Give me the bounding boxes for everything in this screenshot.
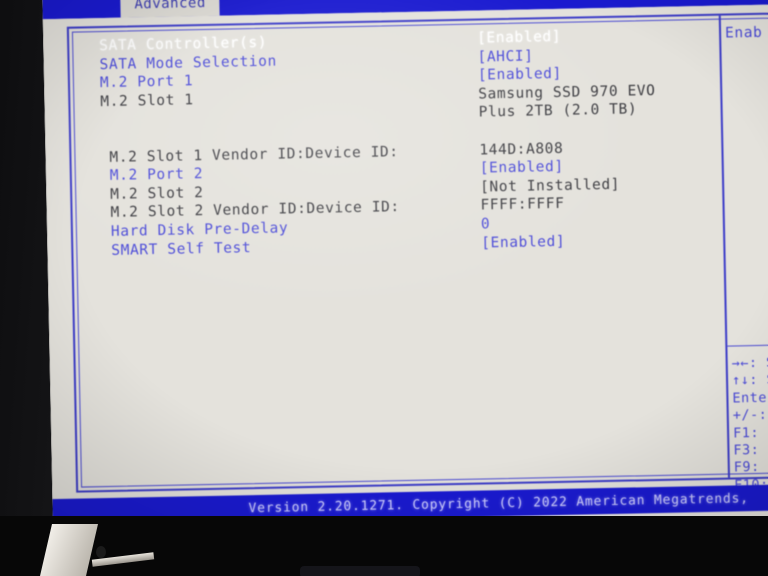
setting-value[interactable]: [Enabled]	[477, 29, 561, 47]
setting-label: M.2 Port 1	[99, 73, 194, 92]
settings-panel: SATA Controller(s) [Enabled] SATA Mode Sel…	[66, 12, 768, 511]
setting-label: Hard Disk Pre-Delay	[110, 220, 289, 240]
setting-value[interactable]: [Enabled]	[480, 159, 564, 177]
key-hint: F9: Optim	[733, 458, 768, 476]
key-hint: Enter: S	[732, 389, 768, 407]
key-hint: F1: Gener	[732, 424, 768, 442]
setting-value: Samsung SSD 970 EVO	[478, 82, 656, 103]
setting-value: Plus 2TB (2.0 TB)	[478, 101, 638, 121]
key-hint: →←: Sele	[731, 354, 768, 372]
setting-value[interactable]: [AHCI]	[477, 48, 533, 65]
setting-value[interactable]: [Enabled]	[481, 233, 565, 251]
metal-stand-pivot	[96, 546, 106, 558]
setting-value[interactable]: [Enabled]	[478, 66, 562, 84]
setting-label: M.2 Slot 1	[100, 92, 194, 110]
setting-label: SATA Mode Selection	[99, 53, 277, 73]
setting-label: SMART Self Test	[111, 239, 252, 259]
key-hint: ↑↓: Sele	[731, 372, 768, 389]
setting-label: SATA Controller(s)	[99, 34, 268, 55]
laptop-photo: Advanced SATA Controller(s) [Enabled] SATA…	[0, 0, 768, 576]
setting-value[interactable]: 0	[481, 216, 491, 232]
setting-value: 144D:A808	[479, 140, 564, 159]
setting-value: [Not Installed]	[479, 176, 621, 196]
footer-version-text: Version 2.20.1271. Copyright (C) 2022 Am…	[248, 490, 749, 516]
settings-list: SATA Controller(s) [Enabled] SATA Mode Sel…	[99, 26, 723, 262]
setting-label: M.2 Port 2	[109, 166, 204, 185]
key-hint: F3: Previ	[733, 441, 768, 459]
bios-screen: Advanced SATA Controller(s) [Enabled] SATA…	[42, 0, 768, 534]
setting-label: M.2 Slot 2	[110, 184, 204, 203]
laptop-trackpad-edge	[300, 566, 420, 576]
setting-value: FFFF:FFFF	[480, 196, 565, 214]
bios-body: SATA Controller(s) [Enabled] SATA Mode Sel…	[42, 3, 768, 511]
key-hint: +/-: Chan	[732, 406, 768, 424]
help-description: Enab	[724, 24, 763, 42]
